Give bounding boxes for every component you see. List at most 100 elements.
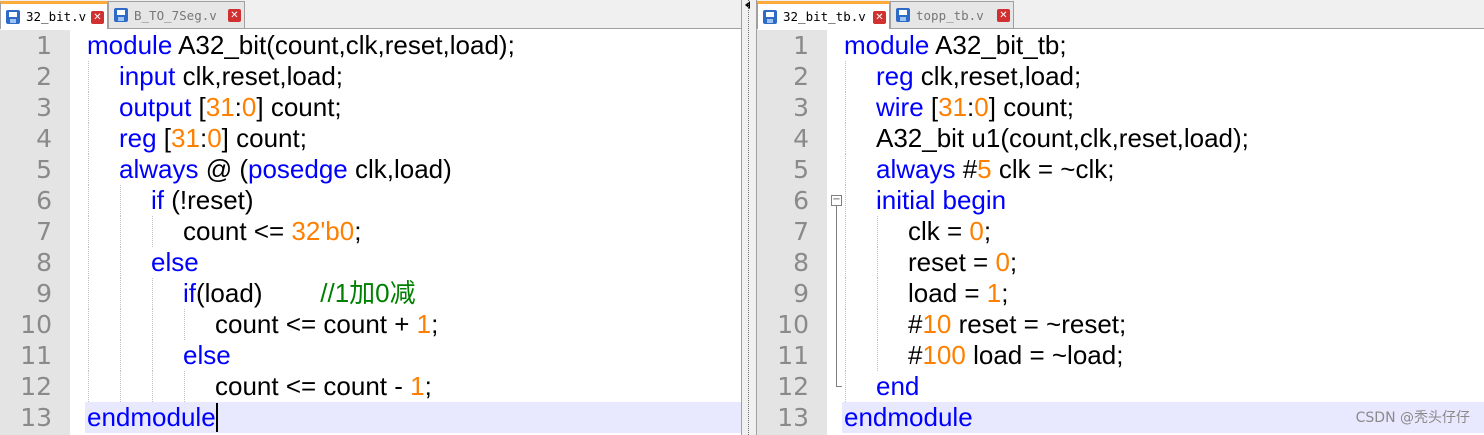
indent-guide	[119, 309, 151, 340]
code-token: (!reset)	[164, 185, 254, 215]
code-text: reg [31:0] count;	[85, 123, 741, 154]
line-number: 13	[777, 403, 809, 432]
keyword-token: end	[876, 371, 920, 401]
line-number: 11	[20, 341, 52, 370]
code-text: always #5 clk = ~clk;	[842, 154, 1484, 185]
code-line[interactable]: 5 always @ (posedge clk,load)	[0, 154, 741, 185]
code-token: count <= count -	[215, 371, 411, 401]
indent-guide	[876, 247, 908, 278]
code-line[interactable]: 12 count <= count - 1;	[0, 371, 741, 402]
indent-guide	[87, 278, 119, 309]
line-number: 6	[36, 186, 52, 215]
code-line[interactable]: 9 if(load) //1加0减	[0, 278, 741, 309]
code-line[interactable]: 10 count <= count + 1;	[0, 309, 741, 340]
fold-toggle-icon[interactable]: −	[831, 195, 842, 206]
line-number: 11	[777, 341, 809, 370]
code-line[interactable]: 11 #100 load = ~load;	[757, 340, 1484, 371]
number-token: 31	[171, 123, 200, 153]
close-tab-icon[interactable]: ✕	[873, 11, 886, 24]
left-code-editor[interactable]: 1 module A32_bit(count,clk,reset,load); 2 i…	[0, 30, 741, 435]
code-line[interactable]: 1 module A32_bit(count,clk,reset,load);	[0, 30, 741, 61]
code-text: if(load) //1加0减	[85, 278, 741, 309]
number-token: 5	[977, 154, 992, 184]
code-line[interactable]: 13 endmodule	[0, 402, 741, 433]
code-line[interactable]: 10 #10 reset = ~reset;	[757, 309, 1484, 340]
indent-guide	[844, 216, 876, 247]
pane-splitter[interactable]	[741, 0, 757, 435]
code-line[interactable]: 9 load = 1;	[757, 278, 1484, 309]
keyword-token: input	[119, 61, 176, 91]
code-line[interactable]: 6 initial begin −	[757, 185, 1484, 216]
indent-guide	[183, 371, 215, 402]
line-number: 2	[36, 62, 52, 91]
indent-guide	[87, 340, 119, 371]
keyword-token: module	[87, 30, 173, 60]
close-tab-icon[interactable]: ✕	[997, 9, 1010, 22]
code-text: output [31:0] count;	[85, 92, 741, 123]
keyword-token: wire	[876, 92, 924, 122]
indent-guide	[87, 247, 119, 278]
right-code-editor[interactable]: 1 module A32_bit_tb; 2 reg clk,reset,load; 3…	[757, 30, 1484, 435]
tab-32-bit-v[interactable]: 32_bit.v ✕	[0, 1, 108, 29]
indent-guide	[151, 371, 183, 402]
code-token: :	[234, 92, 242, 122]
indent-guide	[119, 247, 151, 278]
line-number: 13	[20, 403, 52, 432]
code-line[interactable]: 3 wire [31:0] count;	[757, 92, 1484, 123]
code-line[interactable]: 3 output [31:0] count;	[0, 92, 741, 123]
indent-guide	[844, 309, 876, 340]
fold-line	[836, 206, 837, 216]
keyword-token: if	[151, 185, 164, 215]
code-line[interactable]: 4 reg [31:0] count;	[0, 123, 741, 154]
code-line[interactable]: 5 always #5 clk = ~clk;	[757, 154, 1484, 185]
code-line[interactable]: 2 reg clk,reset,load;	[757, 61, 1484, 92]
code-line[interactable]: 11 else	[0, 340, 741, 371]
code-text: module A32_bit(count,clk,reset,load);	[85, 30, 741, 61]
code-token: clk,reset,load;	[175, 61, 344, 91]
line-number: 12	[777, 372, 809, 401]
keyword-token: else	[183, 340, 231, 370]
code-line[interactable]: 8 reset = 0;	[757, 247, 1484, 278]
code-text: else	[85, 247, 741, 278]
fold-line	[836, 216, 837, 247]
indent-guide	[87, 371, 119, 402]
number-token: 0	[207, 123, 222, 153]
code-text: #10 reset = ~reset;	[842, 309, 1484, 340]
code-token: ] count;	[988, 92, 1075, 122]
code-text: else	[85, 340, 741, 371]
code-line[interactable]: 7 clk = 0;	[757, 216, 1484, 247]
indent-guide	[87, 123, 119, 154]
indent-guide	[844, 371, 876, 402]
tab-b-to-7seg-v[interactable]: B_TO_7Seg.v ✕	[108, 1, 245, 28]
code-token: A32_bit u1(count,clk,reset,load);	[876, 123, 1249, 153]
code-text: if (!reset)	[85, 185, 741, 216]
code-line[interactable]: 7 count <= 32'b0;	[0, 216, 741, 247]
code-text: wire [31:0] count;	[842, 92, 1484, 123]
line-number: 1	[36, 31, 52, 60]
splitter-grip	[748, 0, 750, 435]
tab-32-bit-tb-v[interactable]: 32_bit_tb.v ✕	[757, 1, 890, 29]
number-token: 10	[922, 309, 952, 339]
code-line[interactable]: 6 if (!reset)	[0, 185, 741, 216]
code-line[interactable]: 8 else	[0, 247, 741, 278]
indent-guide	[876, 309, 908, 340]
code-text: reset = 0;	[842, 247, 1484, 278]
line-number: 9	[793, 279, 809, 308]
keyword-token: always	[119, 154, 199, 184]
code-line[interactable]: 12 end	[757, 371, 1484, 402]
keyword-token: endmodule	[87, 402, 216, 432]
indent-guide	[183, 309, 215, 340]
line-number: 2	[793, 62, 809, 91]
right-editor-pane: 32_bit_tb.v ✕ topp_tb.v ✕ 1 module A32_bi…	[757, 0, 1484, 435]
code-token: ] count;	[256, 92, 342, 122]
code-text: initial begin	[842, 185, 1484, 216]
watermark: CSDN @秃头仔仔	[1355, 410, 1470, 426]
close-tab-icon[interactable]: ✕	[228, 9, 241, 22]
code-line[interactable]: 2 input clk,reset,load;	[0, 61, 741, 92]
tab-topp-tb-v[interactable]: topp_tb.v ✕	[890, 1, 1014, 28]
indent-guide	[151, 340, 183, 371]
keyword-token: endmodule	[844, 402, 973, 432]
code-line[interactable]: 1 module A32_bit_tb;	[757, 30, 1484, 61]
code-line[interactable]: 4 A32_bit u1(count,clk,reset,load);	[757, 123, 1484, 154]
close-tab-icon[interactable]: ✕	[91, 11, 104, 24]
